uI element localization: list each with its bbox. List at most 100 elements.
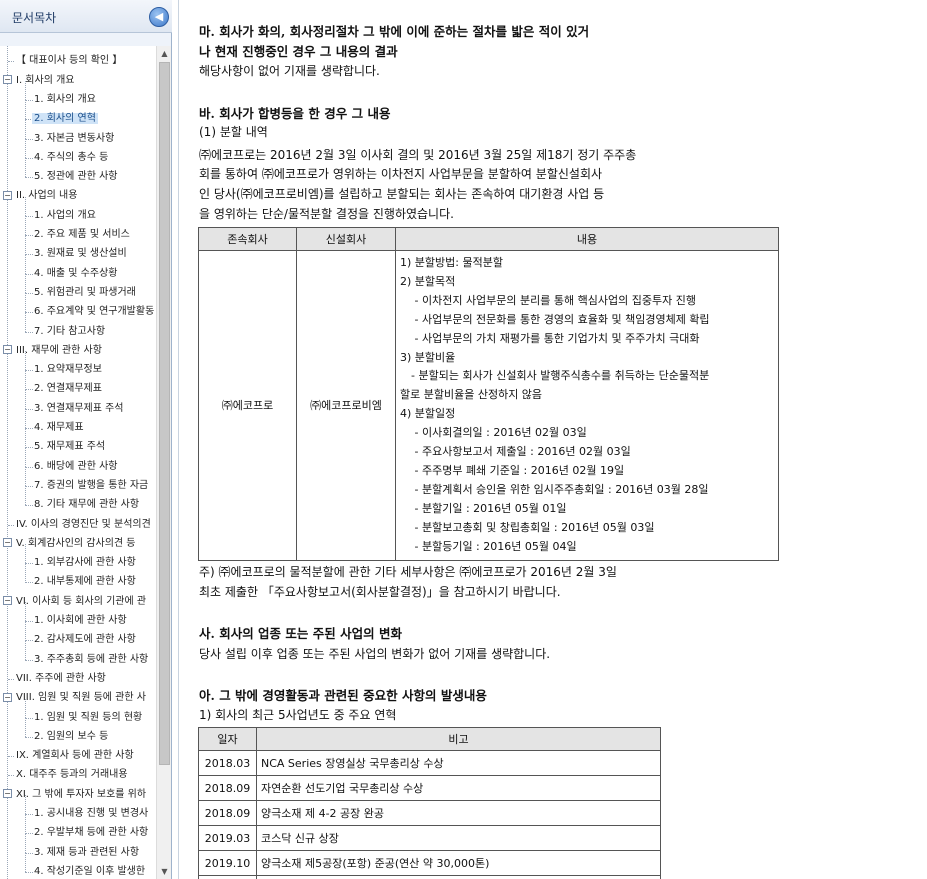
split-content-line: 2) 분할목적 — [400, 274, 456, 288]
collapse-toggle-icon[interactable]: − — [3, 190, 12, 200]
toc-subsection-item[interactable]: 4. 매출 및 수주상황 — [32, 265, 119, 282]
toc-subsection-item[interactable]: 2. 감사제도에 관한 사항 — [32, 631, 138, 648]
toc-item-label: 5. 위험관리 및 파생거래 — [34, 286, 136, 298]
toc-section-item[interactable]: X. 대주주 등과의 거래내용 — [14, 766, 130, 783]
toc-subsection-item[interactable]: 4. 재무제표 — [32, 419, 86, 436]
toc-header: 문서목차 ◀ — [0, 0, 172, 33]
collapse-toggle-icon[interactable]: − — [3, 538, 12, 548]
toc-subsection-item[interactable]: 2. 내부통제에 관한 사항 — [32, 573, 138, 590]
toc-item-label: 6. 주요계약 및 연구개발활동 — [34, 306, 155, 318]
toc-subsection-item[interactable]: 5. 위험관리 및 파생거래 — [32, 284, 138, 301]
toc-item-label: 4. 재무제표 — [34, 422, 84, 433]
document-viewer: 문서목차 ◀ 분 기 보 고 서【 대표이사 등의 확인 】−I. 회사의 개요… — [0, 0, 927, 879]
toc-subsection-item[interactable]: 1. 회사의 개요 — [32, 91, 98, 108]
toc-item-label: I. 회사의 개요 — [16, 74, 75, 86]
split-content-cell: 1) 분할방법: 물적분할 2) 분할목적 - 이차전지 사업부문의 분리를 통해… — [395, 250, 779, 561]
toc-section-item[interactable]: 분 기 보 고 서 — [14, 46, 77, 50]
scroll-up-icon[interactable]: ▲ — [157, 46, 172, 61]
toc-subsection-item[interactable]: 1. 임원 및 직원 등의 현황 — [32, 709, 144, 726]
toc-subsection-item[interactable]: 1. 외부감사에 관한 사항 — [32, 554, 138, 571]
section-a-subtitle: 1) 회사의 최근 5사업년도 중 주요 연혁 — [199, 708, 397, 722]
history-note-cell: 자연순환 선도기업 국무총리상 수상 — [256, 775, 661, 801]
toc-subsection-item[interactable]: 2. 임원의 보수 등 — [32, 728, 110, 745]
split-content-line: - 분할보고총회 및 창립총회일 : 2016년 05월 03일 — [400, 520, 655, 534]
toc-subsection-item[interactable]: 1. 요약재무정보 — [32, 361, 104, 378]
collapse-toggle-icon[interactable]: − — [3, 692, 12, 702]
toc-subsection-item[interactable]: 3. 주주총회 등에 관한 사항 — [32, 651, 150, 668]
toc-subsection-item[interactable]: 2. 우발부채 등에 관한 사항 — [32, 824, 150, 841]
toc-subsection-item[interactable]: 1. 사업의 개요 — [32, 207, 98, 224]
history-date-cell: 2019.03 — [198, 825, 257, 851]
toc-section-item[interactable]: − II. 사업의 내용 — [3, 187, 79, 204]
toc-item-label: 3. 제재 등과 관련된 사항 — [34, 846, 140, 858]
toc-section-item[interactable]: IV. 이사의 경영진단 및 분석의견 — [14, 516, 153, 533]
history-row: 2019.03 코스닥 신규 상장 — [198, 825, 661, 851]
toc-subsection-item[interactable]: 7. 증권의 발행을 통한 자금 — [32, 477, 150, 494]
toc-item-label: 2. 내부통제에 관한 사항 — [34, 576, 136, 588]
toc-subsection-item[interactable]: 3. 연결재무제표 주석 — [32, 400, 126, 417]
toc-item-label: 4. 작성기준일 이후 발생한 — [34, 865, 146, 877]
toc-sidebar: 문서목차 ◀ 분 기 보 고 서【 대표이사 등의 확인 】−I. 회사의 개요… — [0, 0, 172, 879]
collapse-toggle-icon[interactable]: − — [3, 596, 12, 606]
toc-subsection-item[interactable]: 2. 주요 제품 및 서비스 — [32, 226, 132, 243]
toc-item-label: V. 회계감사인의 감사의견 등 — [16, 537, 136, 549]
history-row: 2018.09 자연순환 선도기업 국무총리상 수상 — [198, 775, 661, 801]
toc-section-item[interactable]: − III. 재무에 관한 사항 — [3, 342, 104, 359]
toc-item-label: 5. 정관에 관한 사항 — [34, 171, 118, 183]
toc-subsection-item[interactable]: 4. 주식의 총수 등 — [32, 149, 110, 166]
toc-section-item[interactable]: IX. 계열회사 등에 관한 사항 — [14, 747, 136, 764]
toc-subsection-item[interactable]: 7. 기타 참고사항 — [32, 323, 107, 340]
toc-item-label: 분 기 보 고 서 — [14, 46, 77, 47]
collapse-sidebar-icon[interactable]: ◀ — [149, 7, 169, 27]
tree-branch-line — [25, 293, 26, 313]
toc-section-item[interactable]: VII. 주주에 관한 사항 — [14, 670, 108, 687]
toc-subsection-item[interactable]: 1. 이사회에 관한 사항 — [32, 612, 129, 629]
toc-subsection-item[interactable]: 3. 제재 등과 관련된 사항 — [32, 844, 141, 861]
tree-branch-line — [25, 80, 26, 101]
tree-branch-line — [25, 447, 26, 467]
header-surviving-company: 존속회사 — [198, 227, 297, 251]
scroll-thumb[interactable] — [159, 62, 170, 765]
toc-scrollbar[interactable]: ▲ ▼ — [156, 46, 171, 879]
tree-branch-line — [25, 370, 26, 390]
history-note-cell: NCA Series 장영실상 국무총리상 수상 — [256, 750, 661, 776]
toc-subsection-item[interactable]: 8. 기타 재무에 관한 사항 — [32, 496, 141, 513]
history-note-cell: 양극소재 제5공장(포항) 준공(연산 약 30,000톤) — [256, 850, 661, 876]
toc-section-item[interactable]: 【 대표이사 등의 확인 】 — [14, 52, 124, 69]
toc-item-label: 4. 매출 및 수주상황 — [34, 267, 118, 279]
toc-subsection-item[interactable]: 2. 회사의 연혁 — [32, 110, 98, 127]
split-content-line: - 사업부문의 가치 재평가를 통한 기업가치 및 주주가치 극대화 — [400, 331, 700, 345]
history-date-cell: 2018.09 — [198, 800, 257, 826]
toc-subsection-item[interactable]: 1. 공시내용 진행 및 변경사 — [32, 805, 150, 822]
toc-subsection-item[interactable]: 3. 원재료 및 생산설비 — [32, 245, 129, 262]
toc-subsection-item[interactable]: 2. 연결재무제표 — [32, 380, 104, 397]
toc-item-label: 2. 임원의 보수 등 — [34, 730, 109, 742]
tree-branch-line — [25, 119, 26, 139]
toc-subsection-item[interactable]: 3. 자본금 변동사항 — [32, 130, 116, 147]
toc-subsection-item[interactable]: 4. 작성기준일 이후 발생한 — [32, 863, 147, 879]
toc-section-item[interactable]: − V. 회계감사인의 감사의견 등 — [3, 535, 137, 552]
toc-tree: 분 기 보 고 서【 대표이사 등의 확인 】−I. 회사의 개요1. 회사의 … — [0, 46, 156, 879]
toc-subsection-item[interactable]: 5. 재무제표 주석 — [32, 438, 107, 455]
note-line2: 최초 제출한 「주요사항보고서(회사분할결정)」을 참고하시기 바랍니다. — [199, 585, 561, 599]
section-ba-paragraph-line3: 인 당사(㈜에코프로비엠)를 설립하고 분할되는 회사는 존속하여 대기환경 사… — [199, 187, 605, 201]
collapse-toggle-icon[interactable]: − — [3, 789, 12, 799]
split-details-table: 존속회사 신설회사 내용 ㈜에코프로 ㈜에코프로비엠 1) 분할방법: 물적분할… — [198, 227, 779, 561]
header-content: 내용 — [395, 227, 779, 251]
tree-branch-line — [25, 563, 26, 583]
toc-section-item[interactable]: − I. 회사의 개요 — [3, 72, 77, 89]
collapse-toggle-icon[interactable]: − — [3, 75, 12, 85]
toc-subsection-item[interactable]: 6. 배당에 관한 사항 — [32, 458, 119, 475]
tree-branch-line — [25, 235, 26, 255]
section-ba-paragraph-line1: ㈜에코프로는 2016년 2월 3일 이사회 결의 및 2016년 3월 25일… — [199, 148, 637, 162]
toc-item-label: 1. 사업의 개요 — [34, 209, 96, 221]
toc-subsection-item[interactable]: 5. 정관에 관한 사항 — [32, 168, 119, 185]
history-row: 2018.03 NCA Series 장영실상 국무총리상 수상 — [198, 750, 661, 776]
tree-branch-line — [25, 138, 26, 159]
scroll-down-icon[interactable]: ▼ — [157, 864, 172, 879]
section-ma-title-line1: 마. 회사가 화의, 회사정리절차 그 밖에 이에 준하는 절차를 밟은 적이 … — [199, 24, 590, 39]
collapse-toggle-icon[interactable]: − — [3, 345, 12, 355]
toc-item-label: XI. 그 밖에 투자자 보호를 위하 — [16, 788, 147, 800]
toc-subsection-item[interactable]: 6. 주요계약 및 연구개발활동 — [32, 303, 156, 320]
toc-item-label: VII. 주주에 관한 사항 — [16, 672, 106, 684]
